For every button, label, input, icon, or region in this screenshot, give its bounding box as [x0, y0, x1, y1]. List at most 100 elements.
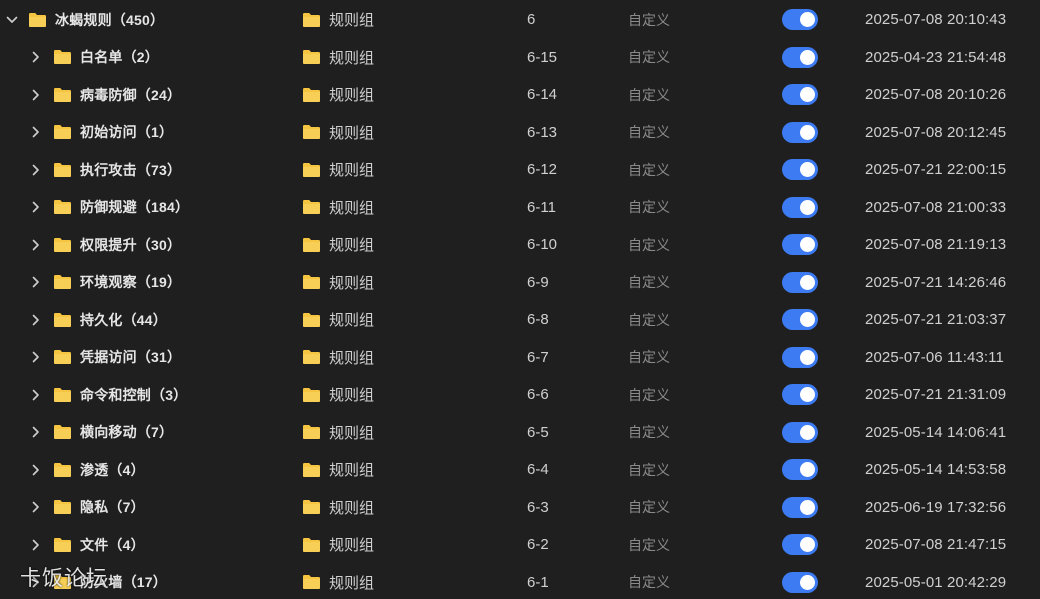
enabled-toggle[interactable]: [782, 496, 818, 518]
group-type: 规则组: [329, 312, 375, 329]
chevron-right-icon[interactable]: [29, 489, 43, 526]
tree-row[interactable]: 横向移动（7） 规则组 6-5 自定义 2025-05-14 14:06:41: [0, 414, 1040, 451]
enabled-toggle[interactable]: [782, 271, 818, 293]
group-code: 6: [527, 11, 536, 28]
chevron-right-icon[interactable]: [29, 526, 43, 563]
group-name[interactable]: 防火墙（17）: [80, 564, 167, 599]
chevron-right-icon[interactable]: [29, 564, 43, 599]
updated-time: 2025-07-21 14:26:46: [865, 273, 1007, 291]
chevron-right-icon[interactable]: [29, 151, 43, 188]
group-source: 自定义: [628, 424, 670, 440]
enabled-toggle[interactable]: [782, 421, 818, 443]
toggle-knob: [800, 312, 815, 327]
folder-icon: [302, 226, 321, 263]
tree-row[interactable]: 隐私（7） 规则组 6-3 自定义 2025-06-19 17:32:56: [0, 489, 1040, 526]
enabled-toggle[interactable]: [782, 196, 818, 218]
chevron-right-icon[interactable]: [29, 264, 43, 301]
folder-icon: [302, 1, 321, 38]
tree-row[interactable]: 命令和控制（3） 规则组 6-6 自定义 2025-07-21 21:31:09: [0, 376, 1040, 413]
chevron-right-icon[interactable]: [29, 189, 43, 226]
group-source: 自定义: [628, 236, 670, 253]
group-name[interactable]: 初始访问（1）: [80, 114, 173, 151]
group-name[interactable]: 白名单（2）: [80, 39, 159, 76]
group-name[interactable]: 执行攻击（73）: [80, 151, 181, 188]
group-name[interactable]: 渗透（4）: [80, 451, 145, 488]
chevron-right-icon[interactable]: [29, 39, 43, 76]
folder-icon: [53, 226, 72, 263]
enabled-toggle[interactable]: [782, 84, 818, 105]
tree-row[interactable]: 渗透（4） 规则组 6-4 自定义 2025-05-14 14:53:58: [0, 451, 1040, 488]
folder-icon: [302, 489, 321, 526]
toggle-knob: [800, 462, 815, 477]
chevron-right-icon[interactable]: [29, 76, 43, 113]
group-source: 自定义: [628, 274, 670, 290]
group-type: 规则组: [329, 199, 375, 217]
tree-row[interactable]: 环境观察（19） 规则组 6-9 自定义 2025-07-21 14:26:46: [0, 264, 1040, 301]
tree-row[interactable]: 凭据访问（31） 规则组 6-7 自定义 2025-07-06 11:43:11: [0, 339, 1040, 376]
chevron-right-icon[interactable]: [29, 226, 43, 263]
chevron-right-icon[interactable]: [29, 339, 43, 376]
chevron-down-icon[interactable]: [5, 1, 19, 38]
group-type: 规则组: [329, 237, 375, 254]
enabled-toggle[interactable]: [782, 234, 818, 255]
group-name[interactable]: 环境观察（19）: [80, 264, 181, 301]
toggle-knob: [800, 162, 815, 177]
toggle-knob: [800, 387, 815, 402]
enabled-toggle[interactable]: [782, 459, 818, 480]
tree-row[interactable]: 持久化（44） 规则组 6-8 自定义 2025-07-21 21:03:37: [0, 301, 1040, 338]
group-type: 规则组: [329, 349, 375, 367]
folder-icon: [53, 489, 72, 526]
folder-icon: [53, 76, 72, 113]
tree-row[interactable]: 执行攻击（73） 规则组 6-12 自定义 2025-07-21 22:00:15: [0, 151, 1040, 188]
folder-icon: [302, 414, 321, 451]
group-code: 6-1: [527, 573, 549, 591]
tree-row[interactable]: 防御规避（184） 规则组 6-11 自定义 2025-07-08 21:00:33: [0, 189, 1040, 226]
enabled-toggle[interactable]: [782, 346, 818, 368]
tree-row[interactable]: 白名单（2） 规则组 6-15 自定义 2025-04-23 21:54:48: [0, 39, 1040, 76]
chevron-right-icon[interactable]: [29, 301, 43, 338]
enabled-toggle[interactable]: [782, 121, 818, 143]
chevron-right-icon[interactable]: [29, 451, 43, 488]
group-name[interactable]: 命令和控制（3）: [80, 376, 187, 413]
group-name[interactable]: 权限提升（30）: [80, 226, 181, 263]
tree-row[interactable]: 病毒防御（24） 规则组 6-14 自定义 2025-07-08 20:10:26: [0, 76, 1040, 113]
toggle-knob: [800, 12, 815, 27]
folder-icon: [302, 39, 321, 76]
updated-time: 2025-07-08 20:10:26: [865, 86, 1007, 103]
enabled-toggle[interactable]: [782, 384, 818, 405]
folder-icon: [53, 189, 72, 226]
group-type: 规则组: [329, 499, 375, 517]
tree-row[interactable]: 权限提升（30） 规则组 6-10 自定义 2025-07-08 21:19:13: [0, 226, 1040, 263]
enabled-toggle[interactable]: [782, 46, 818, 68]
chevron-right-icon[interactable]: [29, 414, 43, 451]
group-name[interactable]: 凭据访问（31）: [80, 339, 181, 376]
folder-icon: [53, 339, 72, 376]
tree-row[interactable]: 初始访问（1） 规则组 6-13 自定义 2025-07-08 20:12:45: [0, 114, 1040, 151]
toggle-knob: [800, 199, 815, 215]
enabled-toggle[interactable]: [782, 309, 818, 330]
updated-time: 2025-07-21 22:00:15: [865, 161, 1007, 178]
enabled-toggle[interactable]: [782, 571, 818, 593]
tree-row[interactable]: 文件（4） 规则组 6-2 自定义 2025-07-08 21:47:15: [0, 526, 1040, 563]
enabled-toggle[interactable]: [782, 9, 818, 30]
chevron-right-icon[interactable]: [29, 114, 43, 151]
group-name[interactable]: 横向移动（7）: [80, 414, 173, 451]
group-name[interactable]: 文件（4）: [80, 526, 145, 563]
group-code: 6-14: [527, 86, 558, 103]
tree-row-root[interactable]: 冰蝎规则（450） 规则组 6 自定义 2025-07-08 20:10:43: [0, 1, 1040, 38]
group-name[interactable]: 病毒防御（24）: [80, 76, 181, 113]
enabled-toggle[interactable]: [782, 159, 818, 180]
group-name[interactable]: 持久化（44）: [80, 301, 167, 338]
group-name[interactable]: 防御规避（184）: [80, 189, 189, 226]
group-type: 规则组: [329, 49, 375, 67]
group-source: 自定义: [628, 124, 670, 140]
enabled-toggle[interactable]: [782, 534, 818, 555]
toggle-knob: [800, 537, 815, 552]
updated-time: 2025-07-21 21:31:09: [865, 386, 1007, 403]
group-type: 规则组: [329, 462, 375, 479]
group-source: 自定义: [628, 386, 670, 403]
tree-row[interactable]: 防火墙（17） 规则组 6-1 自定义 2025-05-01 20:42:29: [0, 564, 1040, 599]
chevron-right-icon[interactable]: [29, 376, 43, 413]
group-name[interactable]: 隐私（7）: [80, 489, 145, 526]
group-name[interactable]: 冰蝎规则（450）: [55, 1, 164, 38]
